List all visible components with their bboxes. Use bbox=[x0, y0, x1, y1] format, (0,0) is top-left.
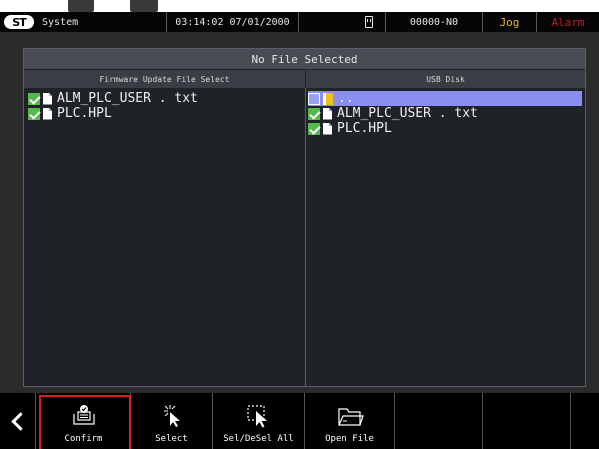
usb-file-list: .. ALM_PLC_USER . txt PLC.HPL bbox=[308, 91, 582, 136]
confirm-icon bbox=[72, 405, 95, 425]
file-name: .. bbox=[338, 91, 354, 106]
file-icon bbox=[323, 122, 332, 135]
top-tab-left bbox=[68, 0, 94, 12]
empty-softkey[interactable] bbox=[395, 393, 483, 449]
usb-status bbox=[299, 12, 386, 32]
select-button[interactable]: Select bbox=[131, 393, 213, 449]
usb-column-header: USB Disk bbox=[306, 70, 585, 88]
empty-softkey[interactable] bbox=[571, 393, 599, 449]
file-transfer-panel: No File Selected Firmware Update File Se… bbox=[23, 48, 586, 387]
brand-logo: ST bbox=[4, 15, 34, 29]
top-tab-right bbox=[130, 0, 158, 12]
file-name: ALM_PLC_USER . txt bbox=[57, 91, 198, 106]
checkbox[interactable] bbox=[308, 107, 320, 120]
empty-softkey[interactable] bbox=[483, 393, 571, 449]
datetime-display: 03:14:02 07/01/2000 bbox=[167, 12, 299, 32]
hmi-screen: ST System 03:14:02 07/01/2000 00000-N0 J… bbox=[0, 12, 599, 449]
file-icon bbox=[43, 92, 52, 105]
status-bar: ST System 03:14:02 07/01/2000 00000-N0 J… bbox=[0, 12, 599, 32]
file-name: PLC.HPL bbox=[337, 121, 392, 136]
checkbox[interactable] bbox=[28, 107, 40, 120]
top-edge bbox=[0, 0, 599, 12]
confirm-button[interactable]: Confirm bbox=[37, 393, 131, 449]
file-name: PLC.HPL bbox=[57, 106, 112, 121]
button-label: Confirm bbox=[64, 434, 103, 444]
checkbox[interactable] bbox=[308, 122, 320, 135]
file-icon bbox=[43, 107, 52, 120]
button-label: Sel/DeSel All bbox=[223, 434, 294, 444]
bottom-toolbar: Confirm Select Sel/DeSel All Open File bbox=[0, 393, 599, 449]
open-folder-icon bbox=[337, 408, 364, 426]
firmware-file-list: ALM_PLC_USER . txt PLC.HPL bbox=[28, 91, 304, 121]
chevron-left-icon bbox=[11, 411, 30, 431]
usb-icon bbox=[365, 16, 373, 28]
mode-indicator: Jog bbox=[483, 12, 537, 32]
folder-icon bbox=[323, 92, 333, 105]
program-number: 00000-N0 bbox=[386, 12, 483, 32]
checkbox[interactable] bbox=[308, 92, 320, 105]
checkbox[interactable] bbox=[28, 92, 40, 105]
panel-title: No File Selected bbox=[24, 49, 585, 69]
column-divider bbox=[305, 88, 306, 386]
list-item[interactable]: ALM_PLC_USER . txt bbox=[28, 91, 304, 106]
back-button[interactable] bbox=[0, 393, 36, 449]
file-icon bbox=[323, 107, 332, 120]
open-file-button[interactable]: Open File bbox=[305, 393, 395, 449]
button-label: Select bbox=[155, 434, 188, 444]
list-item[interactable]: ALM_PLC_USER . txt bbox=[308, 106, 582, 121]
list-item[interactable]: PLC.HPL bbox=[308, 121, 582, 136]
alarm-indicator: Alarm bbox=[551, 15, 585, 29]
button-label: Open File bbox=[325, 434, 374, 444]
select-cursor-icon bbox=[163, 405, 180, 427]
select-all-button[interactable]: Sel/DeSel All bbox=[213, 393, 305, 449]
file-name: ALM_PLC_USER . txt bbox=[337, 106, 478, 121]
status-section: ST System bbox=[0, 12, 167, 32]
select-all-icon bbox=[246, 405, 267, 428]
list-item[interactable]: PLC.HPL bbox=[28, 106, 304, 121]
list-item[interactable]: .. bbox=[308, 91, 582, 106]
section-label: System bbox=[42, 16, 79, 28]
firmware-column-header: Firmware Update File Select bbox=[24, 70, 305, 88]
